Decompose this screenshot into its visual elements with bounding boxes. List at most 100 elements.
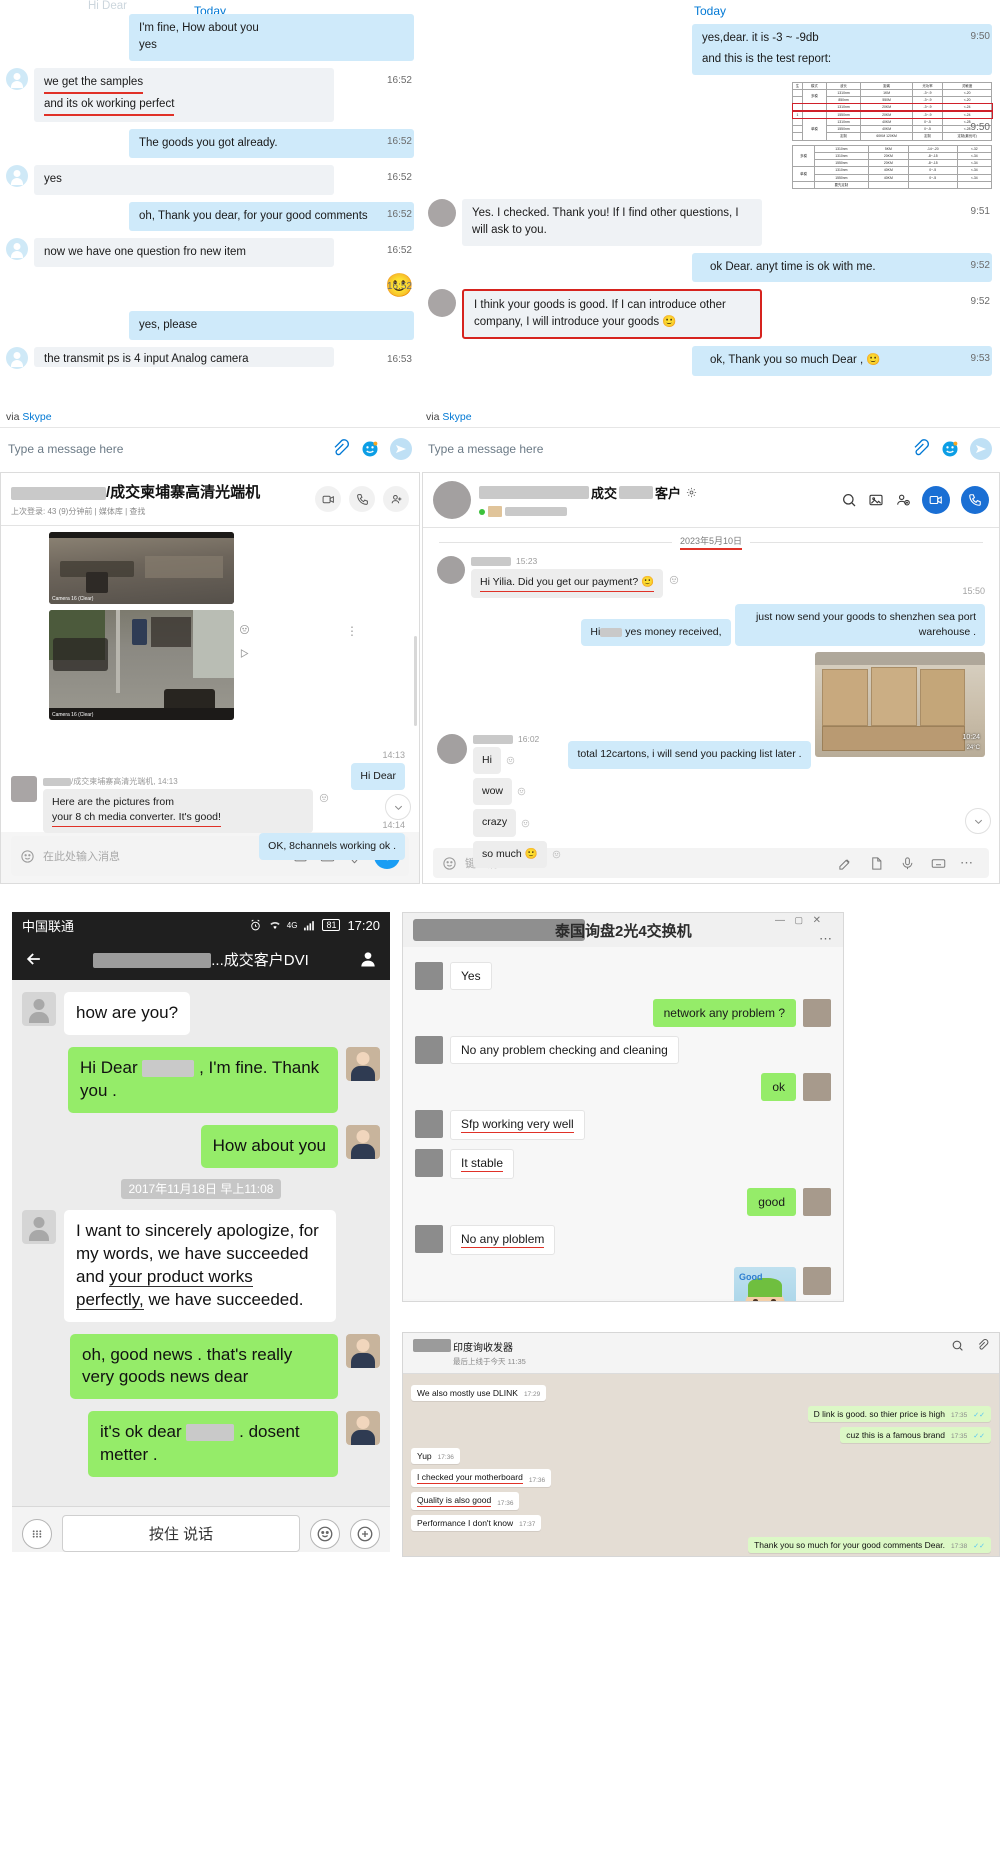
test-report-image[interactable]: 生模式 波长 距离 光功率 灵敏度 多模 1310nm 1KM -3~-9 <-20 850nm…	[791, 81, 993, 190]
react-emoji-icon[interactable]	[517, 787, 526, 796]
forward-icon[interactable]	[239, 646, 250, 664]
message-bubble[interactable]: it's ok dear . dosent metter .	[88, 1411, 338, 1478]
react-emoji-icon[interactable]	[506, 756, 515, 765]
more-options-icon[interactable]: ⋮	[346, 624, 360, 638]
message-bubble[interactable]: Hi	[473, 747, 501, 775]
message-list[interactable]: Yes network any problem ? No any problem…	[403, 947, 843, 1301]
message-bubble[interactable]: network any problem ?	[652, 999, 796, 1027]
camera-screenshot-2[interactable]: Camera 16 (Clear)	[49, 610, 234, 720]
message-bubble[interactable]: the transmit ps is 4 input Analog camera	[34, 347, 334, 368]
attach-icon[interactable]	[330, 439, 350, 459]
emoji-icon[interactable]	[20, 849, 35, 864]
message-list[interactable]: how are you? Hi Dear , I'm fine. Thank y…	[12, 980, 390, 1506]
message-bubble[interactable]: oh, good news . that's really very goods…	[70, 1333, 338, 1400]
search-icon[interactable]	[841, 492, 857, 508]
message-bubble[interactable]: Yes	[450, 962, 492, 990]
message-bubble[interactable]: I'm fine, How about you yes	[129, 14, 414, 61]
message-bubble[interactable]: cuz this is a famous brand 17:35 ✓✓	[840, 1427, 991, 1443]
video-call-button[interactable]	[922, 486, 950, 514]
message-bubble[interactable]: Quality is also good 17:36	[411, 1492, 520, 1510]
add-member-icon[interactable]	[895, 492, 911, 508]
skype-link[interactable]: Skype	[22, 411, 51, 423]
camera-screenshot-1[interactable]: Camera 16 (Clear)	[49, 532, 234, 604]
more-icon[interactable]: ⋯	[819, 931, 833, 947]
message-bubble[interactable]: ok, Thank you so much Dear , 🙂	[692, 346, 992, 376]
gear-icon[interactable]	[686, 487, 697, 498]
message-bubble[interactable]: Hi Dear , I'm fine. Thank you .	[68, 1046, 338, 1113]
react-emoji-icon[interactable]	[239, 622, 250, 640]
react-emoji-icon[interactable]	[319, 790, 329, 808]
cartons-photo[interactable]: 10:24 24°C	[815, 652, 985, 758]
react-emoji-icon[interactable]	[552, 850, 561, 859]
phone-call-icon[interactable]	[349, 486, 375, 512]
message-bubble[interactable]: yes, please	[129, 311, 414, 341]
message-bubble[interactable]: OK, 8channels working ok .	[259, 833, 405, 861]
message-bubble[interactable]: It stable	[450, 1149, 515, 1179]
message-bubble[interactable]: how are you?	[64, 992, 191, 1035]
message-bubble[interactable]: Hi Dear	[351, 763, 405, 791]
mic-icon[interactable]	[900, 856, 915, 871]
message-bubble[interactable]: yes	[34, 165, 334, 195]
scrollbar[interactable]	[414, 636, 417, 726]
contact-icon[interactable]	[358, 949, 378, 969]
message-bubble[interactable]: The goods you got already.	[129, 129, 414, 159]
emoji-button[interactable]	[310, 1518, 340, 1549]
message-bubble[interactable]: Yup 17:36	[411, 1448, 460, 1464]
react-emoji-icon[interactable]	[521, 819, 530, 828]
baby-sticker-image[interactable]: Good	[734, 1267, 796, 1301]
message-bubble[interactable]: How about you	[200, 1124, 338, 1168]
message-bubble[interactable]: Hi yes money received,	[581, 619, 731, 647]
message-bubble[interactable]: now we have one question fro new item	[34, 237, 334, 267]
attach-icon[interactable]	[910, 439, 930, 459]
more-button[interactable]	[350, 1518, 380, 1549]
message-bubble[interactable]: just now send your goods to shenzhen sea…	[735, 604, 985, 647]
message-bubble[interactable]: crazy	[473, 809, 517, 837]
handwriting-icon[interactable]	[838, 856, 853, 871]
message-bubble[interactable]: We also mostly use DLINK 17:29	[411, 1385, 547, 1401]
search-icon[interactable]	[951, 1339, 964, 1352]
keyboard-icon[interactable]	[931, 856, 946, 871]
send-button[interactable]	[390, 438, 412, 460]
file-icon[interactable]	[869, 856, 884, 871]
message-bubble[interactable]: I want to sincerely apologize, for my wo…	[64, 1209, 336, 1322]
close-icon[interactable]: ✕	[813, 915, 821, 926]
message-input[interactable]: Type a message here	[8, 442, 320, 456]
message-input[interactable]: 在此处输入消息	[43, 848, 287, 864]
back-arrow-icon[interactable]	[24, 949, 44, 969]
minimize-icon[interactable]: —	[775, 915, 785, 926]
message-list[interactable]: Camera 16 (Clear) Camera 16 (Clear) ⋮ 14…	[1, 526, 419, 861]
maximize-icon[interactable]: ▢	[794, 915, 803, 926]
message-bubble[interactable]: ok	[761, 1073, 796, 1101]
message-bubble[interactable]: wow	[473, 778, 513, 806]
scroll-to-bottom-button[interactable]	[385, 794, 411, 820]
message-bubble[interactable]: total 12cartons, i will send you packing…	[568, 741, 811, 769]
message-bubble[interactable]: No any ploblem	[450, 1225, 556, 1255]
message-bubble[interactable]: good	[747, 1188, 796, 1216]
message-bubble[interactable]: we get the samples and its ok working pe…	[34, 67, 334, 122]
emoji-icon[interactable]	[360, 439, 380, 459]
voice-call-button[interactable]	[961, 486, 989, 514]
attach-icon[interactable]	[976, 1339, 989, 1352]
message-bubble[interactable]: I think your goods is good. If I can int…	[462, 288, 762, 340]
keyboard-toggle-button[interactable]	[22, 1518, 52, 1549]
message-input[interactable]: Type a message here	[428, 442, 900, 456]
hold-to-talk-button[interactable]: 按住 说话	[62, 1515, 300, 1552]
message-bubble[interactable]: Performance I don't know 17:37	[411, 1515, 542, 1531]
message-bubble[interactable]: Yes. I checked. Thank you! If I find oth…	[462, 199, 762, 246]
scroll-to-bottom-button[interactable]	[965, 808, 991, 834]
more-icon[interactable]: ⋯	[960, 855, 974, 871]
skype-link[interactable]: Skype	[442, 411, 471, 423]
message-bubble[interactable]: yes,dear. it is -3 ~ -9db and this is th…	[692, 24, 992, 75]
message-bubble[interactable]: oh, Thank you dear, for your good commen…	[129, 201, 414, 231]
add-person-icon[interactable]	[383, 486, 409, 512]
message-bubble[interactable]: Sfp working very well	[450, 1110, 585, 1140]
send-button[interactable]	[970, 438, 992, 460]
emoji-icon[interactable]	[940, 439, 960, 459]
message-bubble[interactable]: D link is good. so thier price is high 1…	[807, 1406, 991, 1422]
message-bubble[interactable]: so much 🙂	[473, 840, 547, 868]
message-bubble[interactable]: ok Dear. anyt time is ok with me.	[692, 252, 992, 282]
message-bubble[interactable]: I checked your motherboard 17:36	[411, 1469, 552, 1487]
message-list[interactable]: We also mostly use DLINK 17:29 D link is…	[403, 1374, 999, 1556]
message-bubble[interactable]: Thank you so much for your good comments…	[748, 1537, 991, 1553]
gallery-icon[interactable]	[868, 492, 884, 508]
